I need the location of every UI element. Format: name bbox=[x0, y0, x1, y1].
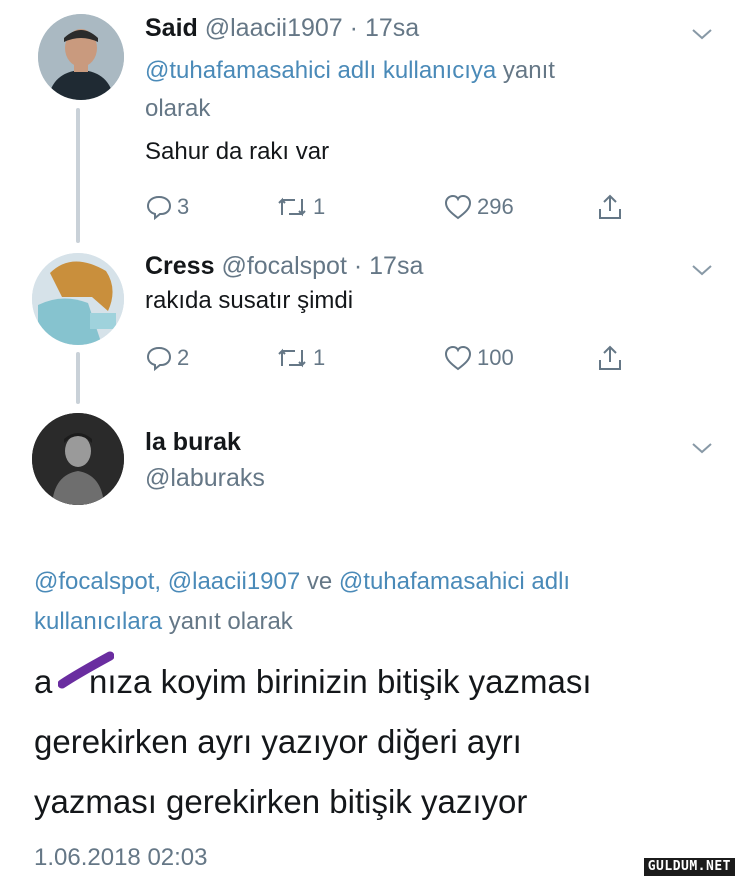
reply-mention[interactable]: @laacii1907 bbox=[168, 568, 300, 595]
chevron-down-icon[interactable] bbox=[690, 26, 714, 42]
author-name[interactable]: Said bbox=[145, 14, 198, 42]
author-name[interactable]: la burak bbox=[145, 428, 241, 457]
tweet-actions-cress: 2 1 100 bbox=[145, 338, 635, 378]
like-icon bbox=[444, 345, 472, 371]
tweet-actions-said: 3 1 296 bbox=[145, 187, 635, 227]
watermark-logo: GULDUM.NET bbox=[643, 858, 735, 876]
author-name[interactable]: Cress bbox=[145, 252, 215, 280]
retweet-icon bbox=[278, 348, 306, 368]
tweet-time[interactable]: · 17sa bbox=[350, 14, 419, 42]
reply-suffix: yanıt olarak bbox=[162, 608, 293, 635]
thread-line-2 bbox=[76, 352, 80, 404]
avatar-said[interactable] bbox=[38, 14, 124, 100]
reply-context-main: @focalspot, @laacii1907 ve @tuhafamasahi… bbox=[34, 562, 714, 642]
tweet-text-line: a nıza koyim birinizin bitişik yazması bbox=[34, 663, 592, 700]
tweet-date: 1.06.2018 02:03 bbox=[34, 844, 208, 871]
like-count: 100 bbox=[477, 345, 514, 370]
author-handle[interactable]: @laacii1907 bbox=[205, 14, 343, 42]
chevron-down-icon[interactable] bbox=[690, 262, 714, 278]
reply-mention[interactable]: @tuhafamasahici adlı bbox=[339, 568, 570, 595]
reply-icon bbox=[146, 195, 172, 221]
like-button[interactable]: 296 bbox=[443, 187, 514, 227]
like-button[interactable]: 100 bbox=[443, 338, 514, 378]
reply-suffix: yanıt bbox=[496, 57, 555, 84]
share-button[interactable] bbox=[595, 338, 625, 378]
reply-count: 3 bbox=[177, 194, 190, 219]
censor-scribble bbox=[58, 651, 114, 689]
author-handle[interactable]: @laburaks bbox=[145, 464, 265, 493]
reply-button[interactable]: 3 bbox=[145, 187, 189, 227]
like-count: 296 bbox=[477, 194, 514, 219]
avatar-la-burak[interactable] bbox=[32, 413, 124, 505]
avatar-cress[interactable] bbox=[32, 253, 124, 345]
tweet-text-said: Sahur da rakı var bbox=[145, 138, 330, 165]
tweet-text-cress: rakıda susatır şimdi bbox=[145, 287, 354, 314]
author-handle[interactable]: @focalspot bbox=[221, 252, 346, 280]
retweet-icon bbox=[278, 197, 306, 217]
retweet-count: 1 bbox=[313, 345, 326, 370]
reply-context-said: @tuhafamasahici adlı kullanıcıya yanıt o… bbox=[145, 52, 705, 128]
reply-conjunction: ve bbox=[306, 568, 333, 595]
reply-icon bbox=[146, 346, 172, 372]
retweet-button[interactable]: 1 bbox=[275, 338, 325, 378]
reply-mention[interactable]: @focalspot, bbox=[34, 568, 161, 595]
share-button[interactable] bbox=[595, 187, 625, 227]
tweet-text-main: a nıza koyim birinizin bitişik yazması g… bbox=[34, 652, 724, 832]
tweet-text-line: gerekirken ayrı yazıyor diğeri ayrı bbox=[34, 723, 522, 760]
chevron-down-icon[interactable] bbox=[690, 440, 714, 456]
tweet-header-cress: Cress @focalspot · 17sa bbox=[145, 252, 423, 281]
like-icon bbox=[444, 194, 472, 220]
tweet-time[interactable]: · 17sa bbox=[354, 252, 423, 280]
thread-line-1 bbox=[76, 108, 80, 243]
reply-mention[interactable]: @tuhafamasahici adlı kullanıcıya bbox=[145, 57, 496, 84]
retweet-button[interactable]: 1 bbox=[275, 187, 325, 227]
reply-suffix-line2: olarak bbox=[145, 95, 211, 122]
retweet-count: 1 bbox=[313, 194, 326, 219]
tweet-header-said: Said @laacii1907 · 17sa bbox=[145, 14, 419, 43]
share-icon bbox=[599, 194, 621, 219]
reply-button[interactable]: 2 bbox=[145, 338, 189, 378]
reply-count: 2 bbox=[177, 345, 190, 370]
share-icon bbox=[599, 345, 621, 370]
tweet-text-line: yazması gerekirken bitişik yazıyor bbox=[34, 783, 528, 820]
reply-mention[interactable]: kullanıcılara bbox=[34, 608, 162, 635]
